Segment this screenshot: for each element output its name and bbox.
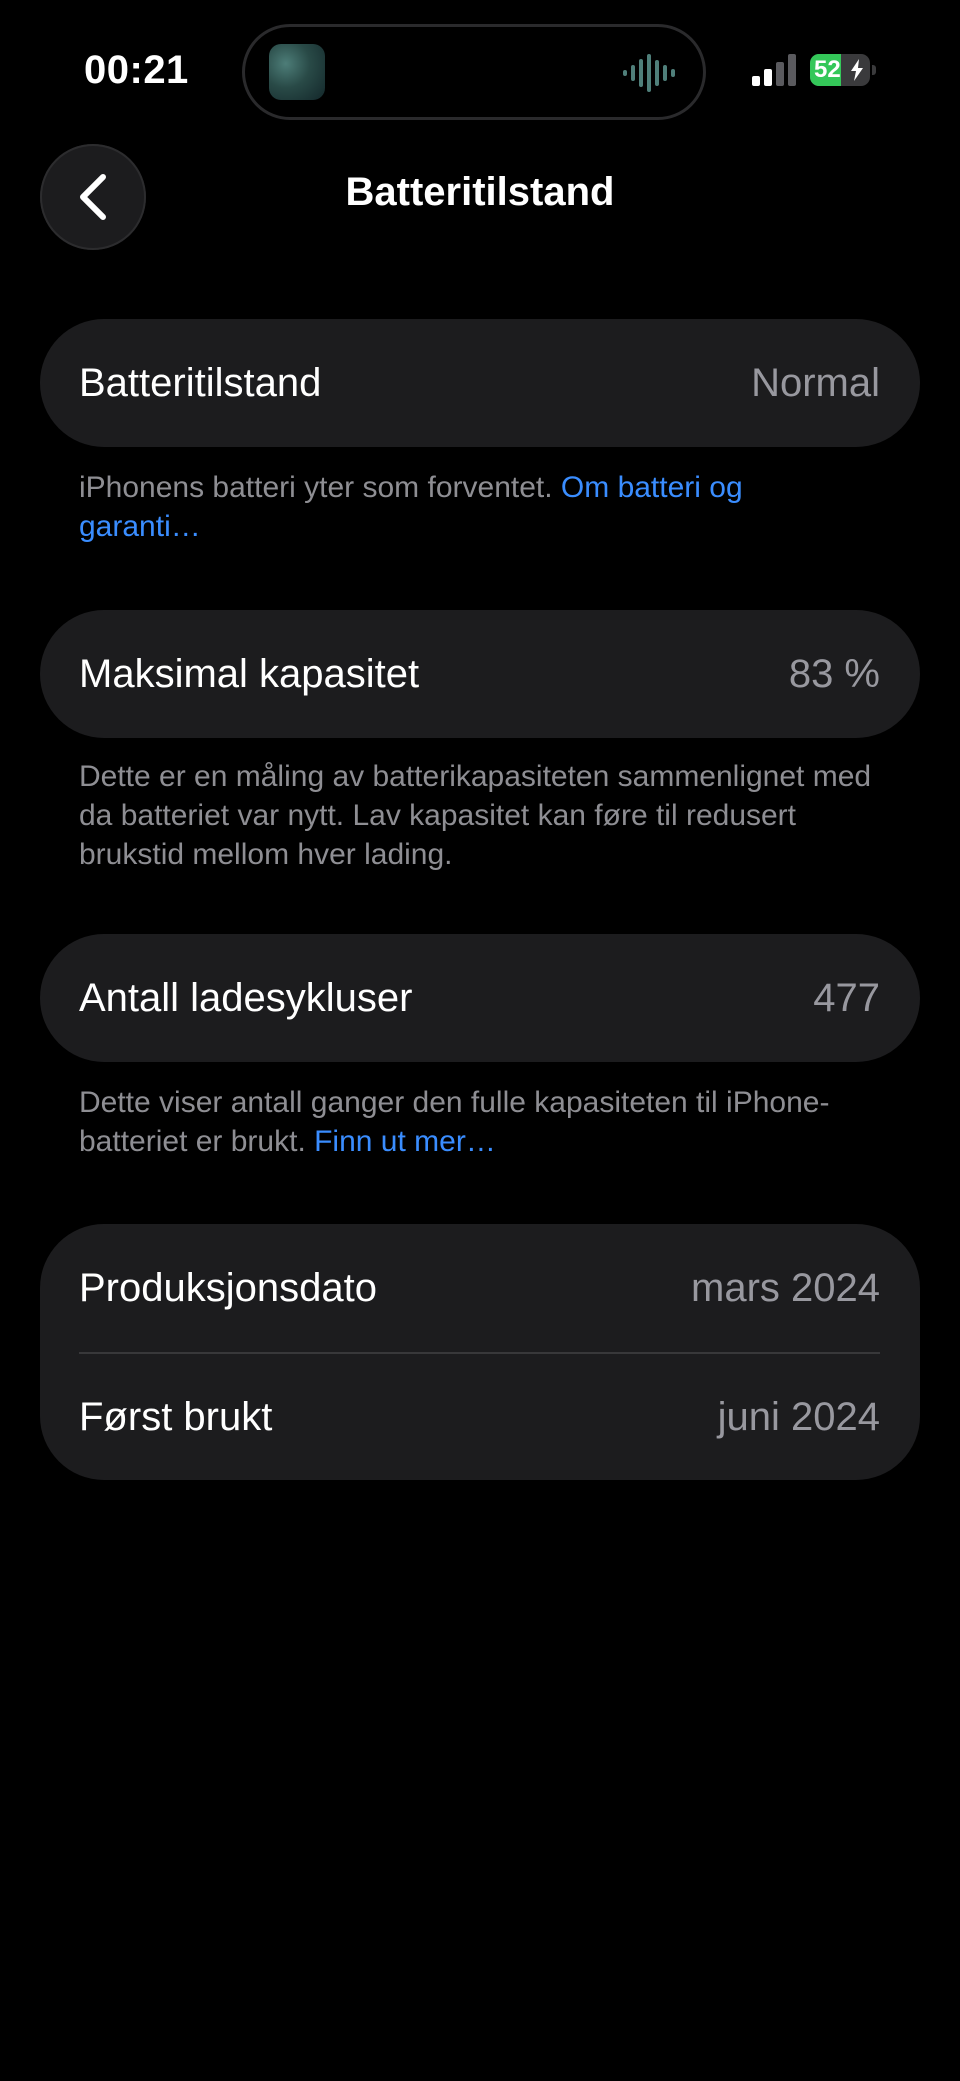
battery-health-value: Normal — [751, 360, 880, 405]
battery-percent: 52 — [814, 56, 841, 83]
charging-bolt-icon — [851, 59, 863, 81]
first-use-row: Først brukt juni 2024 — [40, 1354, 920, 1480]
max-capacity-card: Maksimal kapasitet 83 % — [40, 610, 920, 738]
learn-more-link[interactable]: Finn ut mer… — [314, 1125, 496, 1158]
battery-health-row: Batteritilstand Normal — [40, 319, 920, 447]
cycle-count-label: Antall ladesykluser — [79, 975, 413, 1020]
battery-health-footnote-text: iPhonens batteri yter som forventet. — [79, 471, 561, 504]
now-playing-artwork-icon[interactable] — [269, 44, 325, 100]
max-capacity-label: Maksimal kapasitet — [79, 651, 420, 696]
first-use-value: juni 2024 — [717, 1394, 880, 1439]
max-capacity-value: 83 % — [788, 651, 880, 696]
battery-health-card: Batteritilstand Normal — [40, 319, 920, 447]
dynamic-island[interactable] — [242, 24, 706, 120]
max-capacity-row: Maksimal kapasitet 83 % — [40, 610, 920, 738]
cycle-count-value: 477 — [813, 975, 880, 1020]
status-time: 00:21 — [84, 48, 189, 92]
cycle-count-row: Antall ladesykluser 477 — [40, 934, 920, 1062]
first-use-label: Først brukt — [79, 1394, 273, 1439]
cycle-count-card: Antall ladesykluser 477 — [40, 934, 920, 1062]
manufacture-date-value: mars 2024 — [691, 1265, 880, 1310]
audio-waveform-icon — [623, 54, 675, 92]
battery-health-footnote: iPhonens batteri yter som forventet. Om … — [79, 468, 799, 546]
manufacture-date-row: Produksjonsdato mars 2024 — [40, 1224, 920, 1352]
battery-health-label: Batteritilstand — [79, 360, 322, 405]
dates-card: Produksjonsdato mars 2024 Først brukt ju… — [40, 1224, 920, 1480]
manufacture-date-label: Produksjonsdato — [79, 1265, 377, 1310]
status-bar: 00:21 52 — [0, 0, 960, 130]
page-title: Batteritilstand — [345, 170, 615, 214]
max-capacity-footnote: Dette er en måling av batterikapasiteten… — [79, 760, 872, 871]
cycle-count-footnote: Dette viser antall ganger den fulle kapa… — [79, 1083, 899, 1161]
battery-charging-icon: 52 — [810, 54, 876, 86]
battery-cap — [872, 65, 876, 75]
cellular-signal-icon — [752, 54, 796, 86]
